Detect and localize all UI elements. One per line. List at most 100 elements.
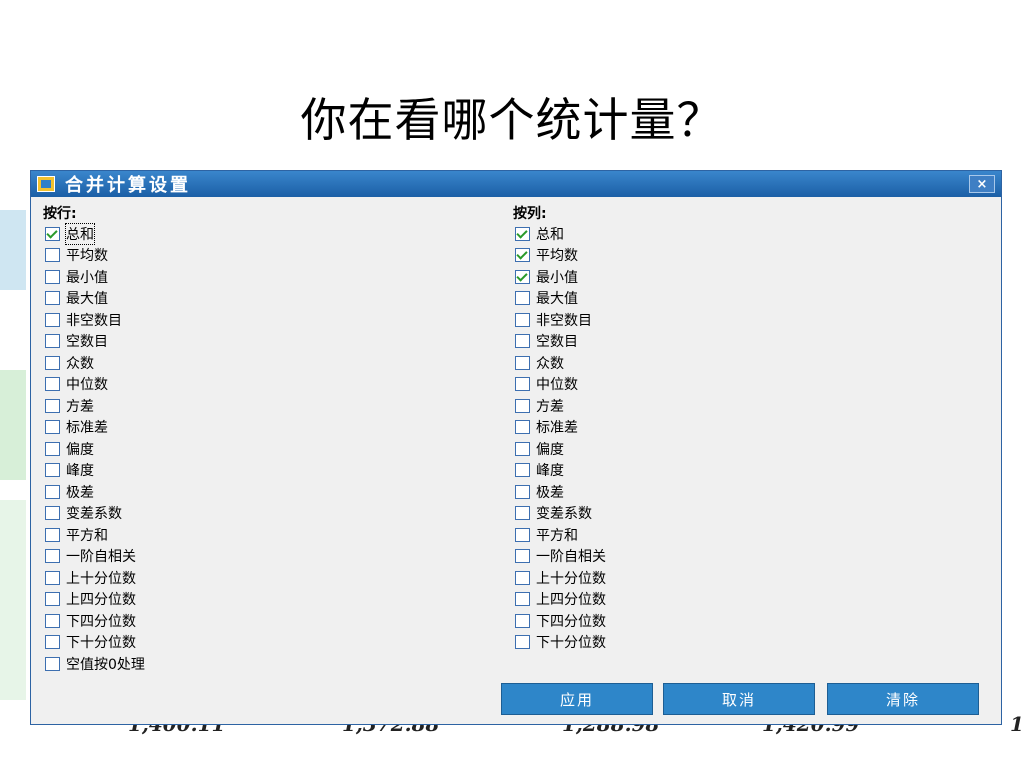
checkbox[interactable] <box>45 592 60 607</box>
by-row-option[interactable]: 非空数目 <box>43 309 145 331</box>
option-label: 极差 <box>66 484 94 501</box>
checkbox[interactable] <box>45 463 60 478</box>
by-column-option[interactable]: 平均数 <box>513 245 606 267</box>
checkbox[interactable] <box>45 570 60 585</box>
by-row-option[interactable]: 空值按0处理 <box>43 653 145 675</box>
checkbox[interactable] <box>45 549 60 564</box>
checkbox[interactable] <box>45 656 60 671</box>
by-column-option[interactable]: 偏度 <box>513 438 606 460</box>
checkbox[interactable] <box>45 420 60 435</box>
checkbox[interactable] <box>515 334 530 349</box>
option-label: 标准差 <box>66 420 108 437</box>
checkbox[interactable] <box>515 377 530 392</box>
checkbox[interactable] <box>45 312 60 327</box>
checkbox[interactable] <box>45 291 60 306</box>
by-row-option[interactable]: 下四分位数 <box>43 610 145 632</box>
by-row-option[interactable]: 极差 <box>43 481 145 503</box>
by-row-option[interactable]: 众数 <box>43 352 145 374</box>
checkbox[interactable] <box>515 312 530 327</box>
checkbox[interactable] <box>45 355 60 370</box>
by-column-option[interactable]: 总和 <box>513 223 606 245</box>
by-row-option[interactable]: 一阶自相关 <box>43 546 145 568</box>
by-column-option[interactable]: 上十分位数 <box>513 567 606 589</box>
checkbox[interactable] <box>515 506 530 521</box>
close-button[interactable]: × <box>969 175 995 193</box>
by-row-option[interactable]: 平方和 <box>43 524 145 546</box>
checkbox[interactable] <box>515 291 530 306</box>
checkbox[interactable] <box>45 441 60 456</box>
checkbox[interactable] <box>515 269 530 284</box>
checkbox[interactable] <box>45 635 60 650</box>
by-column-option[interactable]: 空数目 <box>513 331 606 353</box>
checkbox[interactable] <box>45 377 60 392</box>
by-column-option[interactable]: 标准差 <box>513 417 606 439</box>
by-column-option[interactable]: 变差系数 <box>513 503 606 525</box>
by-column-option[interactable]: 一阶自相关 <box>513 546 606 568</box>
option-label: 上四分位数 <box>66 592 136 609</box>
by-column-option[interactable]: 下十分位数 <box>513 632 606 654</box>
dialog-titlebar[interactable]: 合并计算设置 × <box>31 171 1001 197</box>
by-row-option[interactable]: 峰度 <box>43 460 145 482</box>
checkbox[interactable] <box>45 527 60 542</box>
option-label: 平方和 <box>66 527 108 544</box>
checkbox[interactable] <box>515 463 530 478</box>
checkbox[interactable] <box>515 226 530 241</box>
option-label: 最大值 <box>66 291 108 308</box>
cancel-button[interactable]: 取消 <box>663 683 815 715</box>
by-column-option[interactable]: 峰度 <box>513 460 606 482</box>
by-row-option[interactable]: 总和 <box>43 222 145 245</box>
checkbox[interactable] <box>515 527 530 542</box>
by-column-option[interactable]: 平方和 <box>513 524 606 546</box>
by-column-option[interactable]: 上四分位数 <box>513 589 606 611</box>
consolidation-settings-dialog: 合并计算设置 × 按行: 总和 平均数 最小值 最大值 非空数目 空数目 众数 中位数 方差 标准… <box>30 170 1002 725</box>
by-row-option[interactable]: 变差系数 <box>43 503 145 525</box>
option-label: 空值按0处理 <box>66 656 145 673</box>
by-row-option[interactable]: 平均数 <box>43 245 145 267</box>
checkbox[interactable] <box>45 226 60 241</box>
checkbox[interactable] <box>45 248 60 263</box>
by-column-option[interactable]: 最小值 <box>513 266 606 288</box>
checkbox[interactable] <box>45 506 60 521</box>
by-row-option[interactable]: 空数目 <box>43 331 145 353</box>
checkbox[interactable] <box>515 398 530 413</box>
checkbox[interactable] <box>45 398 60 413</box>
checkbox[interactable] <box>515 484 530 499</box>
checkbox[interactable] <box>515 613 530 628</box>
background-panel-strip <box>0 500 26 700</box>
background-panel-strip <box>0 210 26 290</box>
checkbox[interactable] <box>515 420 530 435</box>
clear-button[interactable]: 清除 <box>827 683 979 715</box>
checkbox[interactable] <box>515 635 530 650</box>
checkbox[interactable] <box>515 592 530 607</box>
option-label: 中位数 <box>536 377 578 394</box>
by-row-option[interactable]: 方差 <box>43 395 145 417</box>
by-row-option[interactable]: 最小值 <box>43 266 145 288</box>
apply-button[interactable]: 应用 <box>501 683 653 715</box>
checkbox[interactable] <box>515 441 530 456</box>
by-row-option[interactable]: 偏度 <box>43 438 145 460</box>
by-row-option[interactable]: 中位数 <box>43 374 145 396</box>
by-row-option[interactable]: 上十分位数 <box>43 567 145 589</box>
by-column-option[interactable]: 众数 <box>513 352 606 374</box>
by-column-option[interactable]: 方差 <box>513 395 606 417</box>
by-row-option[interactable]: 最大值 <box>43 288 145 310</box>
checkbox[interactable] <box>515 549 530 564</box>
option-label: 标准差 <box>536 420 578 437</box>
by-row-option[interactable]: 标准差 <box>43 417 145 439</box>
by-column-option[interactable]: 下四分位数 <box>513 610 606 632</box>
by-row-option[interactable]: 上四分位数 <box>43 589 145 611</box>
option-label: 空数目 <box>536 334 578 351</box>
by-column-option[interactable]: 极差 <box>513 481 606 503</box>
by-column-option[interactable]: 非空数目 <box>513 309 606 331</box>
checkbox[interactable] <box>45 334 60 349</box>
by-column-option[interactable]: 最大值 <box>513 288 606 310</box>
dialog-title: 合并计算设置 <box>65 175 191 196</box>
checkbox[interactable] <box>45 484 60 499</box>
checkbox[interactable] <box>45 269 60 284</box>
by-column-option[interactable]: 中位数 <box>513 374 606 396</box>
checkbox[interactable] <box>45 613 60 628</box>
by-row-option[interactable]: 下十分位数 <box>43 632 145 654</box>
checkbox[interactable] <box>515 248 530 263</box>
checkbox[interactable] <box>515 570 530 585</box>
checkbox[interactable] <box>515 355 530 370</box>
